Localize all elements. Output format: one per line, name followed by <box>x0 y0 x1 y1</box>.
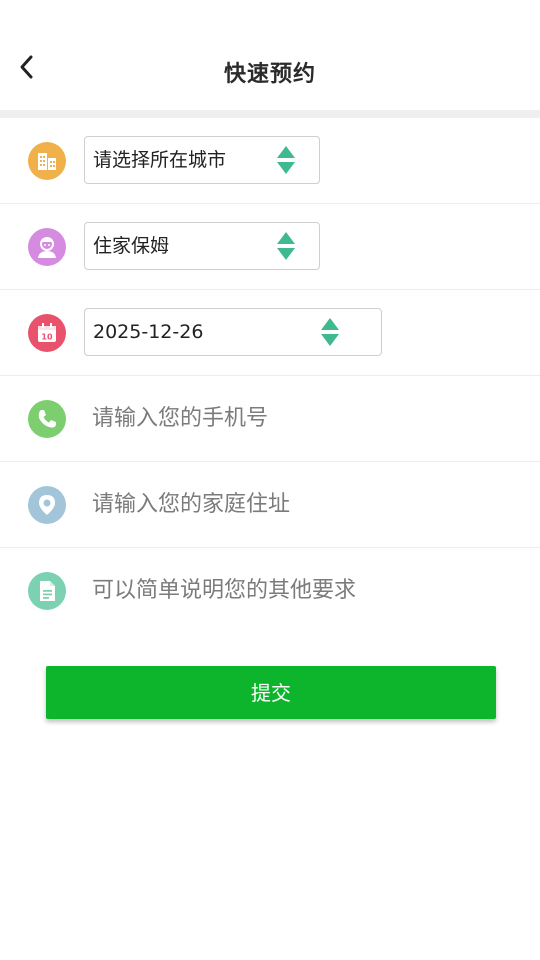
spinner-arrows-icon <box>277 231 295 260</box>
location-pin-icon <box>28 485 66 524</box>
date-picker-value: 2025-12-26 <box>93 320 204 343</box>
document-icon <box>28 571 66 610</box>
address-row <box>0 462 540 548</box>
address-input[interactable] <box>92 488 512 521</box>
date-row: 10 2025-12-26 <box>0 290 540 376</box>
header: 快速预约 <box>0 0 540 110</box>
notes-row <box>0 548 540 633</box>
calendar-icon: 10 <box>28 313 66 352</box>
city-select-value: 请选择所在城市 <box>93 148 227 171</box>
calendar-icon-day: 10 <box>41 332 53 341</box>
spinner-arrows-icon <box>277 145 295 174</box>
phone-row <box>0 376 540 462</box>
building-icon <box>28 141 66 180</box>
city-row: 请选择所在城市 <box>0 118 540 204</box>
quick-booking-page: 快速预约 请选择所在城市 住家保姆 10 2025-12-26 请输入您的手机号… <box>0 0 540 960</box>
phone-icon <box>28 399 66 438</box>
service-select[interactable]: 住家保姆 <box>84 221 320 270</box>
service-row: 住家保姆 <box>0 204 540 290</box>
notes-input[interactable] <box>92 574 512 607</box>
booking-form: 请选择所在城市 住家保姆 10 2025-12-26 请输入您的手机号 请输入您… <box>0 118 540 633</box>
date-picker[interactable]: 2025-12-26 <box>84 307 382 356</box>
spinner-arrows-icon <box>321 317 339 346</box>
submit-button[interactable]: 提交 <box>46 666 496 719</box>
city-select[interactable]: 请选择所在城市 <box>84 135 320 184</box>
nanny-icon <box>28 227 66 266</box>
phone-input[interactable] <box>92 402 512 435</box>
service-select-value: 住家保姆 <box>93 234 170 257</box>
header-divider <box>0 110 540 118</box>
page-title: 快速预约 <box>223 62 316 87</box>
